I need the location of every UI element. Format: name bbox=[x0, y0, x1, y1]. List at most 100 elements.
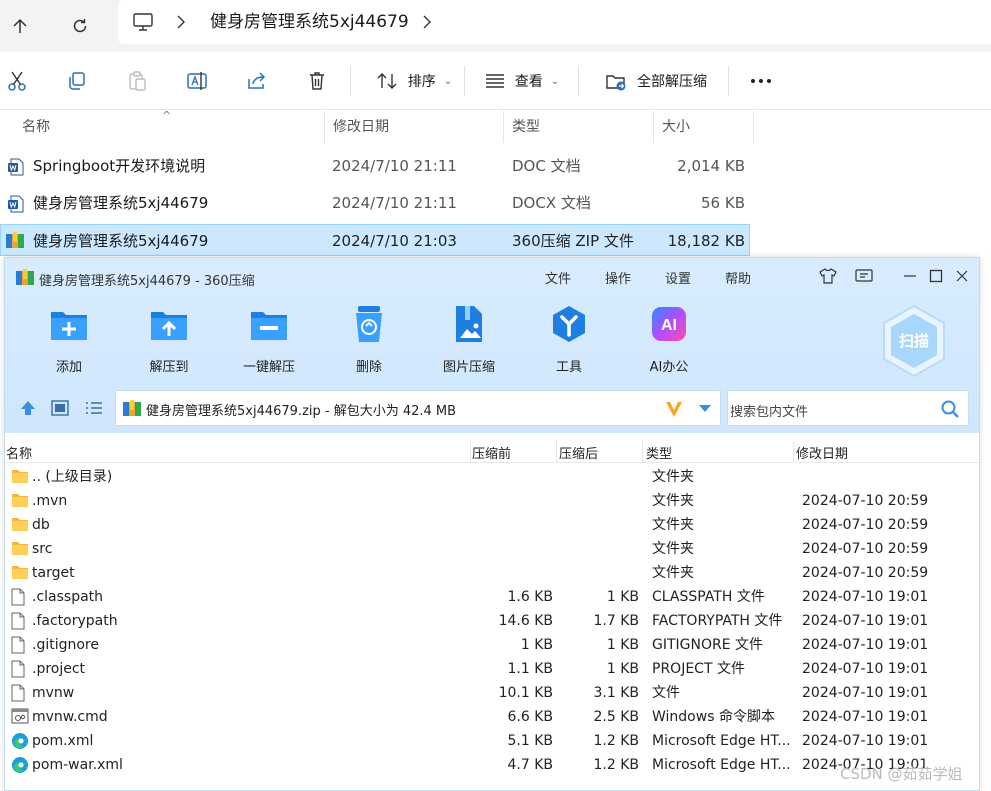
tools-button[interactable]: 工具 bbox=[529, 302, 609, 375]
view-label: 查看 bbox=[514, 74, 543, 90]
tools-icon bbox=[547, 302, 591, 346]
entry-size-before: 4.7 KB bbox=[507, 757, 554, 773]
folder-row[interactable]: src 文件夹 2024-07-10 20:59 bbox=[5, 537, 979, 561]
delete-icon[interactable] bbox=[300, 62, 334, 100]
cmd-script-icon bbox=[11, 708, 29, 726]
folder-row[interactable]: .. (上级目录) 文件夹 bbox=[5, 465, 979, 489]
maximize-icon[interactable] bbox=[925, 265, 947, 287]
file-row-selected[interactable]: 健身房管理系统5xj44679 2024/7/10 21:03 360压缩 ZI… bbox=[0, 224, 750, 256]
file-row[interactable]: mvnw.cmd 6.6 KB 2.5 KB Windows 命令脚本 2024-07-… bbox=[5, 705, 979, 729]
entry-size-after: 1 KB bbox=[606, 589, 639, 605]
chevron-down-icon: ⌄ bbox=[443, 75, 453, 87]
one-click-extract-button[interactable]: 一键解压 bbox=[229, 302, 309, 375]
extract-icon bbox=[606, 75, 626, 91]
chevron-down-icon: ⌄ bbox=[550, 75, 560, 87]
address-bar: 健身房管理系统5xj44679 bbox=[0, 0, 991, 52]
close-icon[interactable] bbox=[951, 265, 973, 287]
ai-icon: AI bbox=[647, 302, 691, 346]
folder-row[interactable]: .mvn 文件夹 2024-07-10 20:59 bbox=[5, 489, 979, 513]
archive-path-bar[interactable]: 健身房管理系统5xj44679.zip - 解包大小为 42.4 MB bbox=[115, 390, 721, 426]
entry-size-after: 2.5 KB bbox=[593, 709, 640, 725]
rename-icon[interactable] bbox=[180, 62, 214, 100]
menu-operation[interactable]: 操作 bbox=[605, 268, 631, 287]
one-click-extract-label: 一键解压 bbox=[242, 360, 295, 375]
entry-type: Microsoft Edge HT... bbox=[652, 733, 791, 749]
zip-archive-icon bbox=[5, 231, 25, 249]
details-view-icon[interactable] bbox=[51, 400, 69, 416]
column-header-date[interactable]: 修改日期 bbox=[796, 443, 848, 462]
zip-app-icon bbox=[15, 268, 35, 286]
search-icon[interactable] bbox=[940, 399, 960, 419]
add-button[interactable]: 添加 bbox=[29, 302, 109, 375]
extract-folder-icon bbox=[147, 302, 191, 346]
file-row[interactable]: Springboot开发环境说明 2024/7/10 21:11 DOC 文档 … bbox=[0, 150, 750, 182]
column-header-before[interactable]: 压缩前 bbox=[472, 443, 511, 462]
ai-icon-text: AI bbox=[661, 317, 677, 334]
recycle-bin-icon bbox=[347, 302, 391, 346]
menu-help[interactable]: 帮助 bbox=[725, 268, 751, 287]
computer-icon bbox=[132, 12, 154, 32]
folder-row[interactable]: target 文件夹 2024-07-10 20:59 bbox=[5, 561, 979, 585]
file-row[interactable]: .project 1.1 KB 1 KB PROJECT 文件 2024-07-10 1… bbox=[5, 657, 979, 681]
entry-date: 2024-07-10 19:01 bbox=[802, 685, 929, 701]
minimize-icon[interactable] bbox=[899, 265, 921, 287]
file-row[interactable]: .gitignore 1 KB 1 KB GITIGNORE 文件 2024-07-10… bbox=[5, 633, 979, 657]
column-header-size[interactable]: 大小 bbox=[654, 111, 754, 143]
entry-date: 2024-07-10 19:01 bbox=[802, 589, 929, 605]
paste-icon[interactable] bbox=[120, 62, 154, 100]
extract-all-label: 全部解压缩 bbox=[637, 74, 707, 90]
zip-archive-icon bbox=[122, 399, 142, 417]
up-arrow-icon[interactable] bbox=[4, 10, 36, 42]
column-header-name[interactable]: 名称 bbox=[6, 443, 32, 462]
entry-name: target bbox=[32, 565, 75, 581]
entry-type: 文件夹 bbox=[652, 541, 694, 557]
file-row[interactable]: .classpath 1.6 KB 1 KB CLASSPATH 文件 2024-07-… bbox=[5, 585, 979, 609]
column-header-type[interactable]: 类型 bbox=[504, 111, 654, 143]
sort-icon bbox=[377, 73, 397, 89]
file-row[interactable]: pom.xml 5.1 KB 1.2 KB Microsoft Edge HT... 2… bbox=[5, 729, 979, 753]
column-header-after[interactable]: 压缩后 bbox=[559, 443, 598, 462]
image-compress-label: 图片压缩 bbox=[442, 360, 495, 375]
chevron-right-icon[interactable] bbox=[176, 14, 186, 30]
refresh-icon[interactable] bbox=[64, 10, 96, 42]
cut-icon[interactable] bbox=[0, 62, 34, 100]
entry-name: mvnw bbox=[32, 685, 75, 701]
sort-button[interactable]: 排序 ⌄ bbox=[368, 62, 460, 100]
view-button[interactable]: 查看 ⌄ bbox=[480, 62, 564, 100]
image-compress-button[interactable]: 图片压缩 bbox=[429, 302, 509, 375]
folder-row[interactable]: db 文件夹 2024-07-10 20:59 bbox=[5, 513, 979, 537]
file-row[interactable]: 健身房管理系统5xj44679 2024/7/10 21:11 DOCX 文档 … bbox=[0, 187, 750, 219]
entry-date: 2024-07-10 20:59 bbox=[802, 493, 929, 509]
skin-icon[interactable] bbox=[817, 265, 839, 287]
list-view-icon[interactable] bbox=[85, 400, 103, 416]
delete-button[interactable]: 删除 bbox=[329, 302, 409, 375]
share-icon[interactable] bbox=[240, 62, 274, 100]
file-row[interactable]: mvnw 10.1 KB 3.1 KB 文件 2024-07-10 19:01 bbox=[5, 681, 979, 705]
folder-icon bbox=[11, 564, 29, 582]
search-input[interactable]: 搜索包内文件 bbox=[727, 390, 969, 426]
menu-file[interactable]: 文件 bbox=[545, 268, 571, 287]
file-row[interactable]: pom-war.xml 4.7 KB 1.2 KB Microsoft Edge HT… bbox=[5, 753, 979, 777]
copy-icon[interactable] bbox=[60, 62, 94, 100]
zip-window: 健身房管理系统5xj44679 - 360压缩 文件 操作 设置 帮助 添加 解… bbox=[4, 257, 980, 791]
file-row[interactable]: .factorypath 14.6 KB 1.7 KB FACTORYPATH 文件 2… bbox=[5, 609, 979, 633]
scan-button[interactable]: 扫描 bbox=[881, 304, 947, 378]
extract-all-button[interactable]: 全部解压缩 bbox=[598, 62, 714, 100]
column-header-date[interactable]: 修改日期 bbox=[325, 111, 504, 143]
entry-size-after: 1 KB bbox=[606, 637, 639, 653]
file-date: 2024/7/10 21:03 bbox=[332, 232, 457, 250]
ai-office-button[interactable]: AI AI办公 bbox=[629, 302, 709, 375]
entry-name: .factorypath bbox=[32, 613, 118, 629]
entry-name: .classpath bbox=[32, 589, 104, 605]
dropdown-arrow-icon[interactable] bbox=[698, 404, 712, 413]
feedback-icon[interactable] bbox=[853, 265, 875, 287]
column-header-type[interactable]: 类型 bbox=[646, 443, 672, 462]
entry-type: Microsoft Edge HT... bbox=[652, 757, 791, 773]
extract-to-button[interactable]: 解压到 bbox=[129, 302, 209, 375]
divider bbox=[793, 441, 794, 463]
more-options-icon[interactable] bbox=[744, 62, 778, 100]
chevron-right-icon[interactable] bbox=[422, 14, 432, 30]
breadcrumb-folder[interactable]: 健身房管理系统5xj44679 bbox=[210, 10, 409, 34]
menu-settings[interactable]: 设置 bbox=[665, 268, 691, 287]
up-level-icon[interactable] bbox=[19, 399, 37, 417]
